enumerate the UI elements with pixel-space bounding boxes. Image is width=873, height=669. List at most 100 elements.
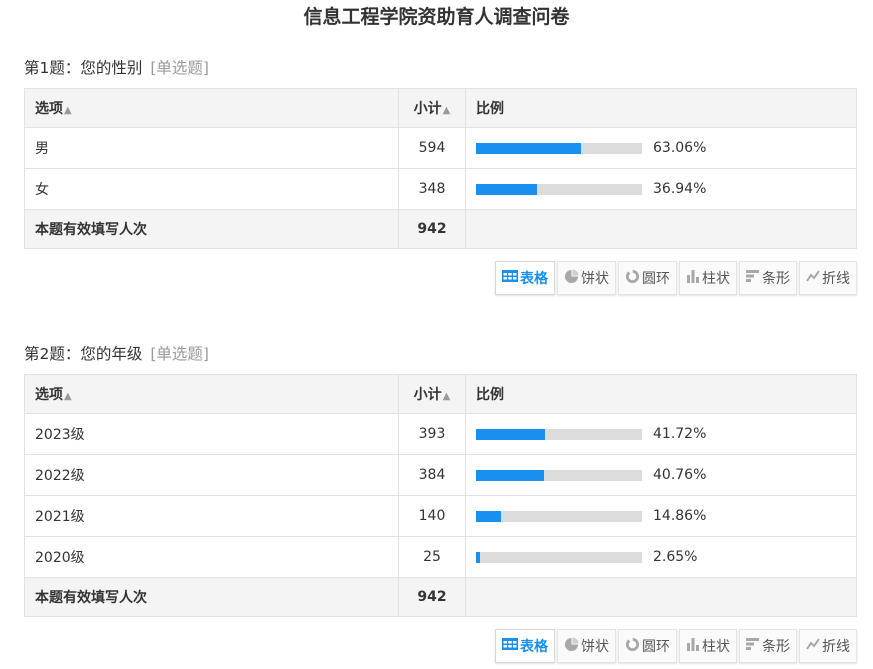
chart-type-label: 折线	[822, 271, 850, 287]
chart-type-button-ring[interactable]: 圆环	[618, 261, 677, 295]
total-label: 本题有效填写人次	[24, 209, 399, 249]
chart-type-label: 条形	[762, 271, 790, 287]
total-ratio-cell	[465, 577, 857, 617]
result-table: 选项▲︎ 小计▲︎ 比例 男 594 63.06% 女 348 36.94% 本题有效填写人…	[24, 88, 857, 249]
question-1: 第1题：您的性别 [单选题] 选项▲︎ 小计▲︎ 比例 男 594 63.06% 女 34…	[24, 56, 857, 295]
chart-type-button-table[interactable]: 表格	[495, 261, 555, 295]
count-cell: 140	[398, 495, 466, 537]
chart-type-button-column-chart[interactable]: 柱状	[679, 261, 737, 295]
chart-type-label: 圆环	[642, 271, 670, 287]
percent-bar-track	[476, 551, 642, 563]
pie-icon	[564, 268, 581, 288]
chart-type-label: 饼状	[581, 271, 609, 287]
percent-text: 40.76%	[653, 467, 707, 483]
question-type: [单选题]	[150, 345, 209, 363]
chart-type-toolbar: 表格 饼状 圆环 柱状 条形 折线	[24, 261, 857, 295]
ratio-cell: 40.76%	[465, 454, 857, 496]
chart-type-label: 圆环	[642, 639, 670, 655]
table-row: 2021级 140 14.86%	[24, 495, 857, 537]
percent-text: 14.86%	[653, 508, 707, 524]
column-chart-icon	[686, 637, 702, 655]
chart-type-button-pie[interactable]: 饼状	[557, 261, 616, 295]
chart-type-button-line-chart[interactable]: 折线	[799, 629, 857, 663]
percent-bar-track	[476, 469, 642, 481]
table-icon	[502, 638, 520, 654]
result-table: 选项▲︎ 小计▲︎ 比例 2023级 393 41.72% 2022级 384 40.76…	[24, 374, 857, 617]
option-cell: 2023级	[24, 413, 399, 455]
percent-bar-track	[476, 142, 642, 154]
ring-icon	[625, 269, 642, 288]
bar-chart-icon	[746, 637, 762, 655]
chart-type-button-pie[interactable]: 饼状	[557, 629, 616, 663]
page-title: 信息工程学院资助育人调查问卷	[303, 6, 570, 28]
total-label: 本题有效填写人次	[24, 577, 399, 617]
table-header-row: 选项▲︎ 小计▲︎ 比例	[24, 374, 857, 414]
chart-type-label: 折线	[822, 639, 850, 655]
chart-type-button-line-chart[interactable]: 折线	[799, 261, 857, 295]
sort-icon[interactable]: ▲︎	[64, 391, 72, 402]
chart-type-button-column-chart[interactable]: 柱状	[679, 629, 737, 663]
ratio-column-header: 比例	[465, 88, 857, 128]
percent-bar-fill	[476, 510, 501, 522]
count-column-header[interactable]: 小计▲︎	[398, 374, 466, 414]
sort-icon[interactable]: ▲︎	[443, 391, 451, 402]
total-ratio-cell	[465, 209, 857, 249]
chart-type-toolbar: 表格 饼状 圆环 柱状 条形 折线	[24, 629, 857, 663]
ratio-cell: 14.86%	[465, 495, 857, 537]
table-header-row: 选项▲︎ 小计▲︎ 比例	[24, 88, 857, 128]
chart-type-button-table[interactable]: 表格	[495, 629, 555, 663]
count-column-header[interactable]: 小计▲︎	[398, 88, 466, 128]
chart-type-button-ring[interactable]: 圆环	[618, 629, 677, 663]
percent-bar-fill	[476, 142, 581, 154]
option-cell: 2020级	[24, 536, 399, 578]
ring-icon	[625, 637, 642, 656]
total-row: 本题有效填写人次 942	[24, 209, 857, 249]
chart-type-label: 条形	[762, 639, 790, 655]
table-row: 2022级 384 40.76%	[24, 454, 857, 496]
option-cell: 2021级	[24, 495, 399, 537]
count-cell: 384	[398, 454, 466, 496]
chart-type-label: 表格	[520, 639, 548, 655]
question-title: 第2题：您的年级 [单选题]	[24, 342, 857, 366]
line-chart-icon	[806, 269, 822, 287]
total-count: 942	[398, 577, 466, 617]
percent-bar-fill	[476, 428, 546, 440]
ratio-cell: 41.72%	[465, 413, 857, 455]
chart-type-label: 饼状	[581, 639, 609, 655]
count-cell: 348	[398, 168, 466, 210]
sort-icon[interactable]: ▲︎	[64, 105, 72, 116]
chart-type-button-bar-chart[interactable]: 条形	[739, 629, 797, 663]
ratio-column-header: 比例	[465, 374, 857, 414]
count-cell: 393	[398, 413, 466, 455]
total-count: 942	[398, 209, 466, 249]
option-cell: 女	[24, 168, 399, 210]
chart-type-button-bar-chart[interactable]: 条形	[739, 261, 797, 295]
question-type: [单选题]	[150, 59, 209, 77]
option-column-header[interactable]: 选项▲︎	[24, 374, 399, 414]
percent-bar-track	[476, 428, 642, 440]
percent-text: 36.94%	[653, 181, 707, 197]
option-cell: 男	[24, 127, 399, 169]
sort-icon[interactable]: ▲︎	[443, 105, 451, 116]
chart-type-label: 柱状	[702, 639, 730, 655]
question-title-text: 第2题：您的年级	[24, 345, 143, 363]
bar-chart-icon	[746, 269, 762, 287]
table-row: 男 594 63.06%	[24, 127, 857, 169]
ratio-cell: 36.94%	[465, 168, 857, 210]
count-cell: 594	[398, 127, 466, 169]
option-column-header[interactable]: 选项▲︎	[24, 88, 399, 128]
count-cell: 25	[398, 536, 466, 578]
column-chart-icon	[686, 269, 702, 287]
table-row: 2023级 393 41.72%	[24, 413, 857, 455]
table-row: 2020级 25 2.65%	[24, 536, 857, 578]
percent-bar-track	[476, 183, 642, 195]
ratio-cell: 63.06%	[465, 127, 857, 169]
question-2: 第2题：您的年级 [单选题] 选项▲︎ 小计▲︎ 比例 2023级 393 41.72…	[24, 342, 857, 663]
total-row: 本题有效填写人次 942	[24, 577, 857, 617]
option-cell: 2022级	[24, 454, 399, 496]
percent-bar-fill	[476, 551, 481, 563]
percent-bar-fill	[476, 469, 544, 481]
percent-text: 63.06%	[653, 140, 707, 156]
percent-text: 2.65%	[653, 549, 698, 565]
percent-bar-track	[476, 510, 642, 522]
